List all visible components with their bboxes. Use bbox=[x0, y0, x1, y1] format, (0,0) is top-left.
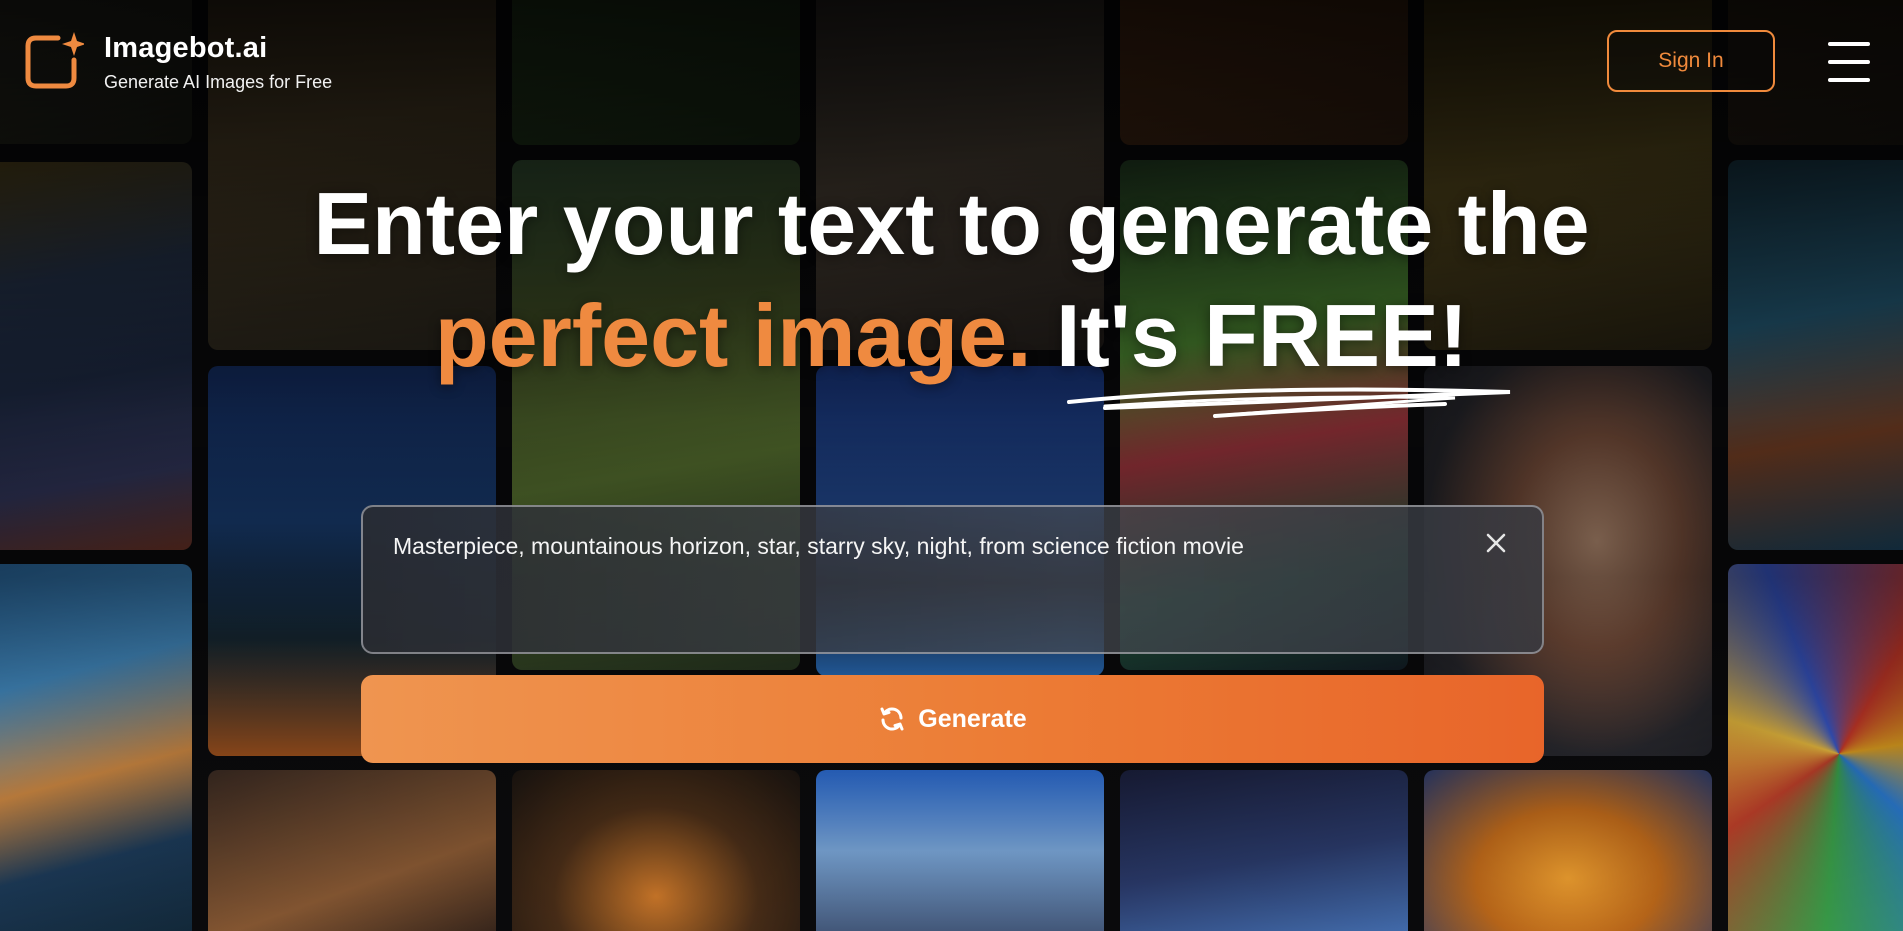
prompt-input[interactable]: Masterpiece, mountainous horizon, star, … bbox=[361, 505, 1544, 654]
imagebot-logo-icon[interactable] bbox=[24, 30, 86, 92]
hamburger-menu-icon[interactable] bbox=[1828, 42, 1870, 82]
underline-scribble-icon bbox=[1067, 387, 1511, 418]
brand-tagline: Generate AI Images for Free bbox=[104, 72, 333, 92]
background-image-gallery bbox=[0, 0, 1903, 931]
hero-heading-line1: Enter your text to generate the bbox=[313, 174, 1590, 273]
generate-label: Generate bbox=[918, 704, 1027, 733]
sign-in-button[interactable]: Sign In bbox=[1607, 30, 1775, 92]
close-icon[interactable] bbox=[1484, 531, 1508, 555]
generate-button[interactable]: Generate bbox=[361, 675, 1544, 763]
hero-highlight: perfect image. bbox=[434, 286, 1032, 385]
refresh-icon bbox=[880, 707, 904, 731]
brand-name[interactable]: Imagebot.ai bbox=[104, 32, 267, 65]
hero-heading-line2: perfect image. It's FREE! bbox=[0, 292, 1903, 380]
hero-free-text: It's FREE! bbox=[1031, 286, 1469, 385]
prompt-text[interactable]: Masterpiece, mountainous horizon, star, … bbox=[393, 533, 1244, 560]
